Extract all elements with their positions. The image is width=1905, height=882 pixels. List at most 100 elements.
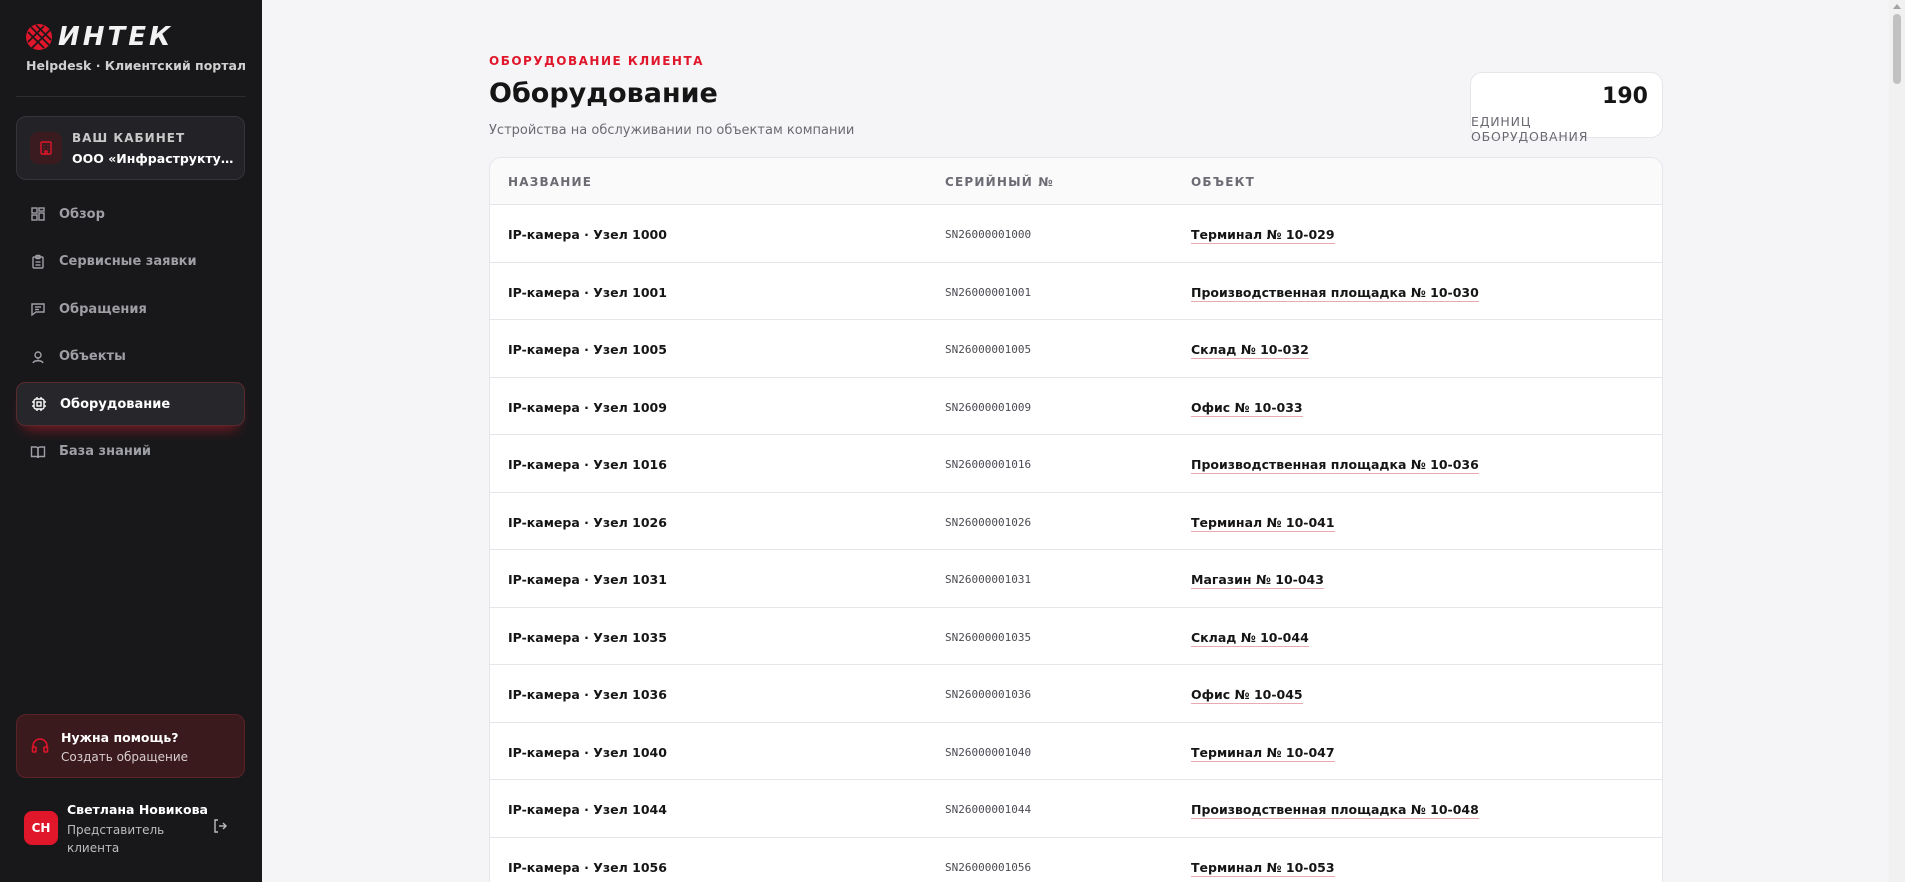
sidebar-item-equipment[interactable]: Оборудование xyxy=(16,382,245,427)
sidebar-divider xyxy=(16,96,246,97)
serial-number: SN26000001044 xyxy=(945,803,1032,816)
serial-number: SN26000001016 xyxy=(945,458,1032,471)
object-link[interactable]: Терминал № 10-053 xyxy=(1191,860,1335,877)
equipment-count-card: 190 ЕДИНИЦ ОБОРУДОВАНИЯ xyxy=(1470,72,1663,144)
serial-number: SN26000001009 xyxy=(945,400,1032,414)
object-link[interactable]: Магазин № 10-043 xyxy=(1191,572,1324,589)
object-link[interactable]: Производственная площадка № 10-030 xyxy=(1191,285,1479,302)
chip-icon xyxy=(30,395,48,413)
help-card[interactable]: Нужна помощь? Создать обращение xyxy=(16,714,245,778)
equipment-name: IP-камера · Узел 1026 xyxy=(508,514,667,530)
serial-number: SN26000001040 xyxy=(945,745,1032,759)
table-row[interactable]: IP-камера · Узел 1000 SN26000001000 Термин… xyxy=(490,205,1662,263)
page-scrollbar[interactable] xyxy=(1889,0,1905,882)
serial-number: SN26000001036 xyxy=(945,688,1032,701)
sidebar-item-overview[interactable]: Обзор xyxy=(16,192,245,236)
message-icon xyxy=(29,300,47,318)
user-panel: СН Светлана Новикова Представитель клиен… xyxy=(24,800,246,860)
sidebar-item-label: Обращения xyxy=(59,301,147,317)
table-row[interactable]: IP-камера · Узел 1044 SN26000001044 Произв… xyxy=(490,780,1662,838)
table-row[interactable]: IP-камера · Узел 1016 SN26000001016 Произв… xyxy=(490,435,1662,493)
user-role: Представитель клиента xyxy=(67,823,165,855)
logo-text: ИНТЕК xyxy=(58,22,174,52)
sidebar-item-tickets[interactable]: Обращения xyxy=(16,287,245,331)
sidebar: ИНТЕК Helpdesk · Клиентский портал ВАШ К… xyxy=(0,0,262,882)
scroll-thumb[interactable] xyxy=(1893,14,1901,84)
logo-subtitle: Helpdesk · Клиентский портал xyxy=(26,58,247,73)
headset-icon xyxy=(30,736,50,760)
object-link[interactable]: Склад № 10-044 xyxy=(1191,630,1309,647)
grid-icon xyxy=(29,205,47,223)
object-link[interactable]: Терминал № 10-029 xyxy=(1191,227,1335,244)
book-icon xyxy=(29,443,47,461)
equipment-name: IP-камера · Узел 1009 xyxy=(508,399,667,415)
sidebar-item-service-requests[interactable]: Сервисные заявки xyxy=(16,240,245,284)
equipment-name: IP-камера · Узел 1005 xyxy=(508,342,667,357)
serial-number: SN26000001005 xyxy=(945,343,1032,356)
sidebar-nav: Обзор Сервисные заявки Обращения Объекты… xyxy=(16,192,245,478)
serial-number: SN26000001000 xyxy=(945,228,1032,241)
table-row[interactable]: IP-камера · Узел 1035 SN26000001035 Склад … xyxy=(490,608,1662,665)
page-subtitle: Устройства на обслуживании по объектам к… xyxy=(489,123,855,138)
column-header-name[interactable]: НАЗВАНИЕ xyxy=(508,175,592,189)
equipment-name: IP-камера · Узел 1044 xyxy=(508,802,667,817)
user-name: Светлана Новикова xyxy=(67,802,208,817)
serial-number: SN26000001035 xyxy=(945,630,1032,644)
clipboard-icon xyxy=(29,253,47,271)
table-row[interactable]: IP-камера · Узел 1026 SN26000001026 Термин… xyxy=(490,493,1662,550)
object-link[interactable]: Склад № 10-032 xyxy=(1191,342,1309,359)
logout-icon[interactable] xyxy=(212,818,228,838)
table-body: IP-камера · Узел 1000 SN26000001000 Термин… xyxy=(490,205,1662,882)
cabinet-label: ВАШ КАБИНЕТ xyxy=(72,131,186,145)
column-header-object[interactable]: ОБЪЕКТ xyxy=(1191,175,1255,189)
main-content: ОБОРУДОВАНИЕ КЛИЕНТА Оборудование Устрой… xyxy=(262,0,1882,882)
object-link[interactable]: Терминал № 10-047 xyxy=(1191,745,1335,762)
page-eyebrow: ОБОРУДОВАНИЕ КЛИЕНТА xyxy=(489,54,704,68)
equipment-name: IP-камера · Узел 1040 xyxy=(508,744,667,760)
object-link[interactable]: Офис № 10-033 xyxy=(1191,400,1303,417)
equipment-name: IP-камера · Узел 1056 xyxy=(508,859,667,875)
sidebar-item-label: Объекты xyxy=(59,349,126,365)
equipment-name: IP-камера · Узел 1036 xyxy=(508,687,667,702)
cabinet-company-name: ООО «Инфраструктура п... xyxy=(72,151,237,166)
table-row[interactable]: IP-камера · Узел 1036 SN26000001036 Офис №… xyxy=(490,665,1662,723)
table-row[interactable]: IP-камера · Узел 1001 SN26000001001 Произв… xyxy=(490,263,1662,320)
cabinet-card[interactable]: ВАШ КАБИНЕТ ООО «Инфраструктура п... xyxy=(16,116,245,180)
serial-number: SN26000001001 xyxy=(945,285,1032,299)
table-row[interactable]: IP-камера · Узел 1031 SN26000001031 Магази… xyxy=(490,550,1662,608)
object-link[interactable]: Терминал № 10-041 xyxy=(1191,515,1335,532)
table-row[interactable]: IP-камера · Узел 1056 SN26000001056 Термин… xyxy=(490,838,1662,882)
sidebar-item-objects[interactable]: Объекты xyxy=(16,335,245,379)
serial-number: SN26000001031 xyxy=(945,573,1032,586)
equipment-table: НАЗВАНИЕ СЕРИЙНЫЙ № ОБЪЕКТ IP-камера · У… xyxy=(489,157,1663,882)
logo-mark-icon xyxy=(26,24,52,50)
column-header-serial[interactable]: СЕРИЙНЫЙ № xyxy=(945,175,1054,189)
sidebar-item-label: База знаний xyxy=(59,444,152,460)
create-ticket-link[interactable]: Создать обращение xyxy=(61,750,188,764)
equipment-count-value: 190 xyxy=(1602,84,1648,109)
equipment-name: IP-камера · Узел 1000 xyxy=(508,227,667,242)
table-row[interactable]: IP-камера · Узел 1009 SN26000001009 Офис №… xyxy=(490,378,1662,435)
avatar[interactable]: СН xyxy=(24,811,58,845)
equipment-count-label: ЕДИНИЦ ОБОРУДОВАНИЯ xyxy=(1471,114,1589,144)
object-link[interactable]: Производственная площадка № 10-036 xyxy=(1191,457,1479,474)
building-icon xyxy=(30,132,62,164)
location-icon xyxy=(29,348,47,366)
sidebar-item-knowledge-base[interactable]: База знаний xyxy=(16,430,245,474)
equipment-name: IP-камера · Узел 1016 xyxy=(508,457,667,472)
table-row[interactable]: IP-камера · Узел 1040 SN26000001040 Термин… xyxy=(490,723,1662,780)
page-title: Оборудование xyxy=(489,78,718,109)
equipment-name: IP-камера · Узел 1031 xyxy=(508,572,667,587)
object-link[interactable]: Офис № 10-045 xyxy=(1191,687,1303,704)
scroll-up-icon[interactable] xyxy=(1893,4,1901,9)
object-link[interactable]: Производственная площадка № 10-048 xyxy=(1191,802,1479,819)
equipment-name: IP-камера · Узел 1001 xyxy=(508,284,667,300)
table-header: НАЗВАНИЕ СЕРИЙНЫЙ № ОБЪЕКТ xyxy=(490,158,1662,205)
sidebar-item-label: Обзор xyxy=(59,206,105,222)
table-row[interactable]: IP-камера · Узел 1005 SN26000001005 Склад … xyxy=(490,320,1662,378)
serial-number: SN26000001026 xyxy=(945,515,1032,529)
equipment-name: IP-камера · Узел 1035 xyxy=(508,629,667,645)
logo[interactable]: ИНТЕК xyxy=(24,22,173,52)
sidebar-item-label: Сервисные заявки xyxy=(59,254,197,270)
help-title: Нужна помощь? xyxy=(61,730,179,745)
